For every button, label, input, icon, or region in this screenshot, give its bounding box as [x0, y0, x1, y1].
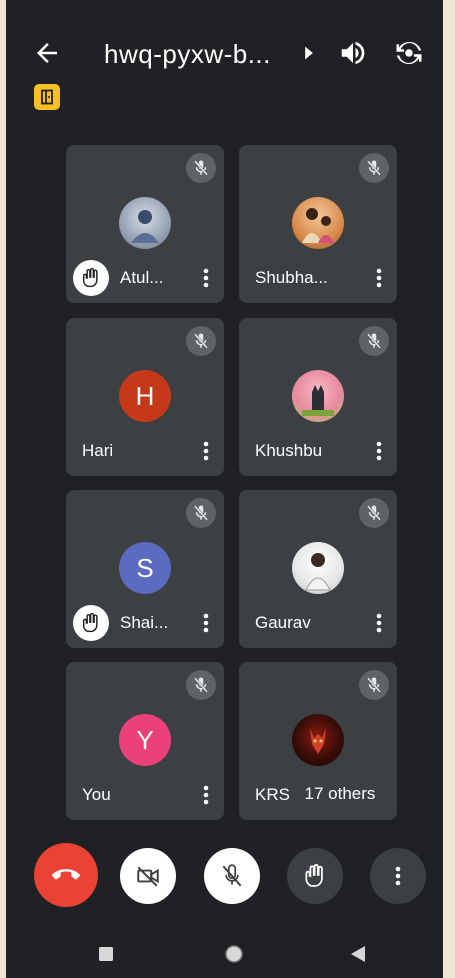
meeting-header: hwq-pyxw-b...: [6, 24, 443, 80]
mute-indicator: [359, 153, 389, 183]
more-vertical-icon[interactable]: [202, 784, 210, 806]
mic-off-icon: [194, 505, 208, 521]
mute-indicator: [186, 498, 216, 528]
avatar-photo-icon: [302, 208, 334, 243]
participant-name: Shai...: [120, 613, 169, 632]
square-icon[interactable]: [98, 946, 114, 962]
call-end-icon: [52, 869, 80, 880]
avatar-photo-icon: [305, 553, 331, 591]
participant-name: Gaurav: [255, 613, 311, 632]
more-vertical-icon[interactable]: [202, 267, 210, 289]
mic-off-icon: [194, 160, 208, 176]
host-badge[interactable]: [34, 84, 60, 110]
participant-name: You: [82, 785, 111, 804]
end-call-button[interactable]: [34, 843, 98, 907]
raised-hand-icon: [82, 612, 98, 633]
avatar: [292, 197, 344, 249]
more-options-button[interactable]: [370, 848, 426, 904]
mic-off-icon: [367, 505, 381, 521]
participant-name: Hari: [82, 441, 114, 460]
circle-icon[interactable]: [224, 944, 244, 964]
triangle-icon[interactable]: [350, 945, 366, 963]
avatar: [292, 714, 344, 766]
mute-indicator: [359, 498, 389, 528]
participant-tile[interactable]: Gaurav: [239, 490, 397, 648]
others-chip[interactable]: 17 others: [289, 775, 391, 813]
meeting-screen: hwq-pyxw-b... Atul... Shubha... H Hari K…: [6, 0, 443, 978]
mute-indicator: [186, 153, 216, 183]
avatar: H: [119, 370, 171, 422]
mic-off-icon: [194, 677, 208, 693]
avatar-photo-icon: [131, 210, 159, 243]
arrow-back-icon[interactable]: [32, 38, 62, 68]
avatar: [292, 370, 344, 422]
avatar: Y: [119, 714, 171, 766]
participant-name: KRS: [255, 785, 290, 804]
participant-tile[interactable]: Shubha...: [239, 145, 397, 303]
avatar-photo-icon: [302, 385, 334, 416]
mute-indicator: [186, 670, 216, 700]
status-bar: [6, 0, 443, 10]
avatar: [292, 542, 344, 594]
participant-tile[interactable]: Atul...: [66, 145, 224, 303]
raised-hand-icon: [82, 267, 98, 288]
participant-name: Atul...: [120, 268, 164, 287]
participant-name: Shubha...: [255, 268, 328, 287]
mic-off-icon: [367, 677, 381, 693]
more-vertical-icon[interactable]: [375, 440, 383, 462]
switch-camera-icon[interactable]: [394, 38, 424, 68]
mic-off-icon: [194, 333, 208, 349]
participant-tile[interactable]: Y You: [66, 662, 224, 820]
more-vertical-icon[interactable]: [202, 440, 210, 462]
more-vertical-icon[interactable]: [375, 612, 383, 634]
raised-hand-indicator: [73, 260, 109, 296]
mic-off-icon: [367, 333, 381, 349]
mic-toggle-button[interactable]: [204, 848, 260, 904]
videocam-off-icon: [137, 866, 159, 887]
door-icon: [41, 89, 53, 105]
mic-off-icon: [367, 160, 381, 176]
mute-indicator: [359, 670, 389, 700]
mic-off-icon: [222, 864, 242, 887]
more-vertical-icon[interactable]: [202, 612, 210, 634]
raise-hand-button[interactable]: [287, 848, 343, 904]
meeting-title[interactable]: hwq-pyxw-b...: [104, 39, 271, 70]
participant-tile[interactable]: S Shai...: [66, 490, 224, 648]
chevron-right-icon[interactable]: [302, 44, 316, 62]
avatar: [119, 197, 171, 249]
participant-tile[interactable]: H Hari: [66, 318, 224, 476]
avatar-photo-icon: [310, 728, 326, 754]
participant-name: Khushbu: [255, 441, 323, 460]
participant-tile[interactable]: Khushbu: [239, 318, 397, 476]
speaker-icon[interactable]: [338, 38, 368, 68]
more-vertical-icon: [395, 866, 401, 886]
mute-indicator: [359, 326, 389, 356]
raised-hand-indicator: [73, 605, 109, 641]
more-vertical-icon[interactable]: [375, 267, 383, 289]
raised-hand-icon: [305, 864, 323, 887]
mute-indicator: [186, 326, 216, 356]
camera-toggle-button[interactable]: [120, 848, 176, 904]
avatar: S: [119, 542, 171, 594]
